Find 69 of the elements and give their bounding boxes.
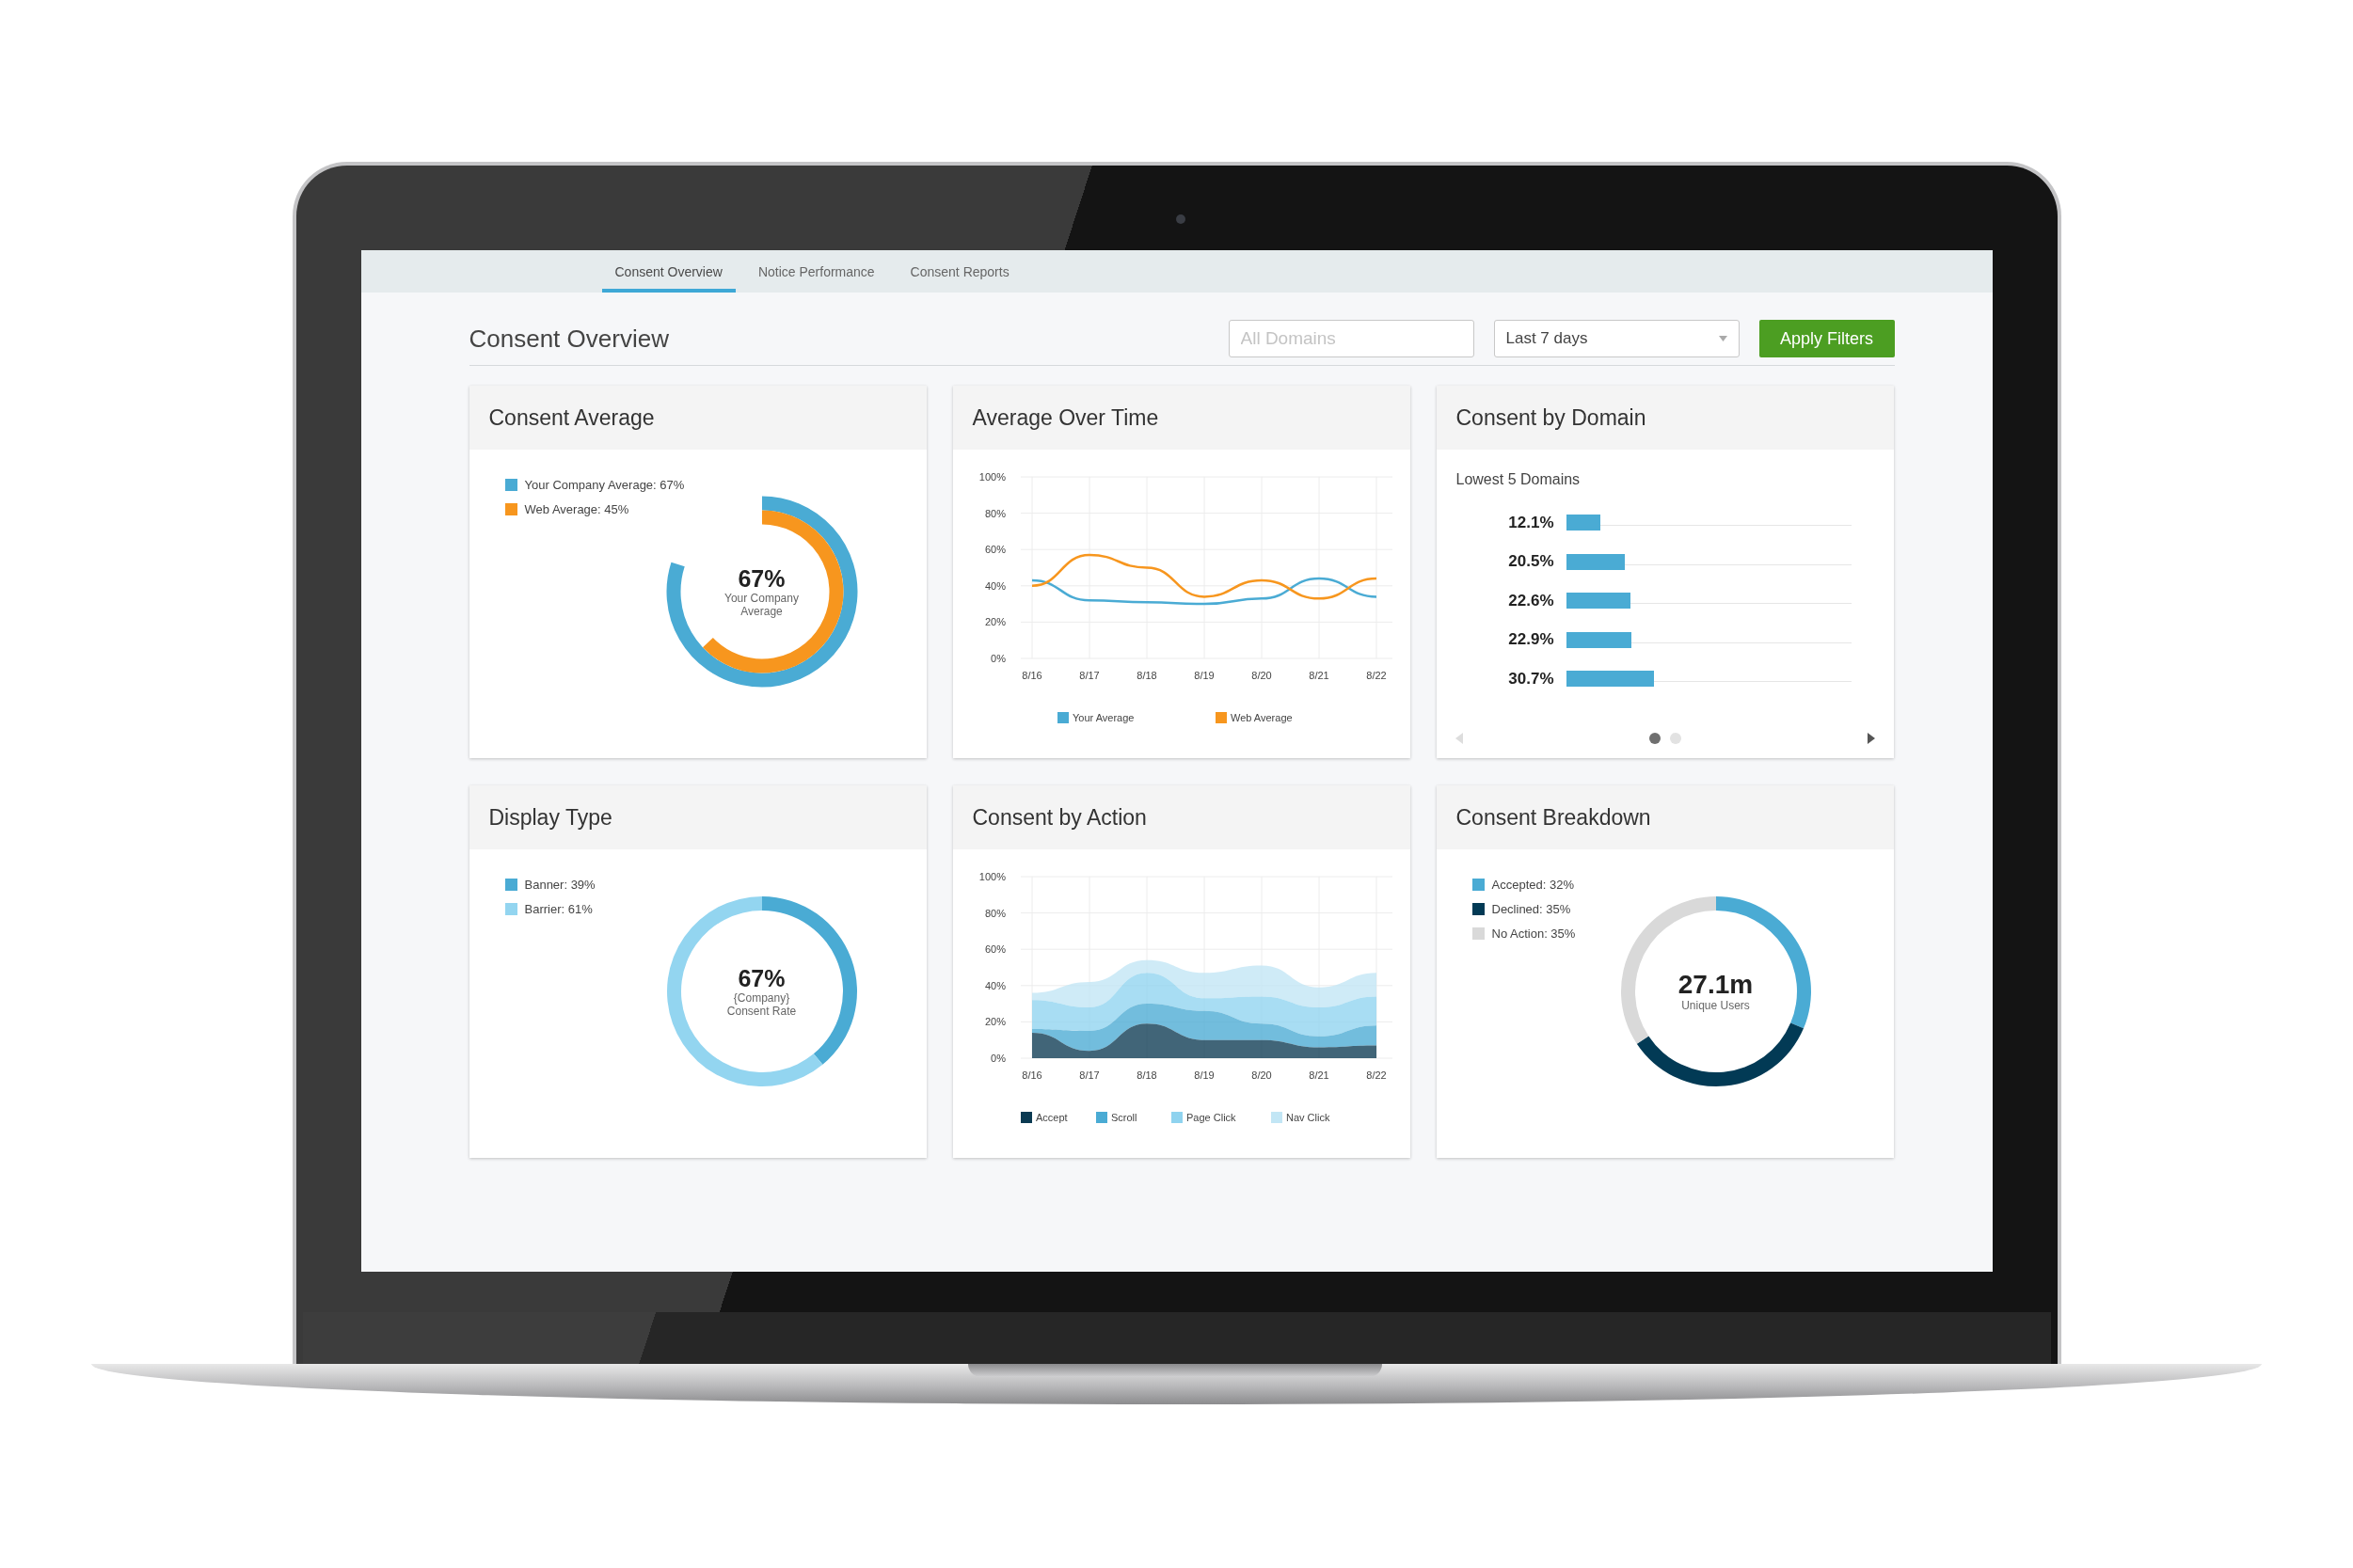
domain-reading: 20.5% bbox=[1507, 552, 1554, 571]
axis-label: 8/21 bbox=[1308, 1069, 1329, 1081]
center-value: 27.1m bbox=[1677, 970, 1754, 1001]
card-title: Display Type bbox=[488, 804, 612, 831]
card-title: Average Over Time bbox=[972, 404, 1159, 431]
axis-label: 8/19 bbox=[1193, 670, 1215, 681]
legend-label: Accepted: 32% bbox=[1491, 877, 1574, 892]
page-dot[interactable] bbox=[1669, 733, 1681, 744]
axis-label: 80% bbox=[984, 507, 1006, 519]
axis-label: 8/22 bbox=[1365, 670, 1387, 681]
legend-label: Web Average bbox=[1230, 712, 1293, 723]
legend-label: Nav Click bbox=[1285, 1112, 1329, 1123]
range-select[interactable]: Last 7 days bbox=[1493, 320, 1740, 357]
axis-label: 20% bbox=[984, 1016, 1006, 1028]
legend-label: Accept bbox=[1035, 1112, 1068, 1123]
caret-icon bbox=[1718, 336, 1727, 341]
center-caption: Your Company Average bbox=[723, 592, 800, 619]
center-value: 67% bbox=[738, 964, 786, 992]
axis-label: 60% bbox=[984, 943, 1006, 956]
axis-label: 60% bbox=[984, 544, 1006, 556]
legend-label: Banner: 39% bbox=[524, 877, 596, 892]
apply-filters-button[interactable]: Apply Filters bbox=[1758, 320, 1895, 357]
legend-label: Scroll bbox=[1110, 1112, 1137, 1123]
legend-label: Your Company Average: 67% bbox=[524, 477, 685, 492]
legend-label: Your Average bbox=[1072, 712, 1134, 723]
axis-label: 0% bbox=[990, 1053, 1006, 1064]
domain-reading: 12.1% bbox=[1507, 513, 1554, 532]
axis-label: 8/17 bbox=[1078, 670, 1100, 681]
nav-tab[interactable]: Consent Overview bbox=[601, 250, 736, 293]
page-title: Consent Overview bbox=[469, 324, 670, 354]
axis-label: 8/22 bbox=[1365, 1069, 1387, 1081]
axis-label: 0% bbox=[990, 653, 1006, 664]
legend-label: Page Click bbox=[1185, 1112, 1236, 1123]
axis-label: 100% bbox=[978, 471, 1006, 483]
page-dot[interactable] bbox=[1648, 733, 1661, 744]
card-title: Consent Average bbox=[488, 404, 655, 431]
center-caption: Unique Users bbox=[1681, 1000, 1750, 1013]
axis-label: 8/20 bbox=[1250, 1069, 1272, 1081]
center-value: 67% bbox=[738, 564, 786, 593]
center-caption: {Company} Consent Rate bbox=[725, 991, 798, 1019]
nav-tab[interactable]: Consent Reports bbox=[897, 250, 1023, 293]
axis-label: 8/16 bbox=[1021, 670, 1042, 681]
axis-label: 8/18 bbox=[1136, 1069, 1157, 1081]
domain-field[interactable]: All Domains bbox=[1228, 320, 1474, 357]
axis-label: 80% bbox=[984, 907, 1006, 919]
axis-label: 8/20 bbox=[1250, 670, 1272, 681]
card-title: Consent Breakdown bbox=[1455, 804, 1651, 831]
axis-label: 40% bbox=[984, 979, 1006, 991]
domain-reading: 22.9% bbox=[1507, 630, 1554, 649]
legend-label: No Action: 35% bbox=[1491, 926, 1576, 941]
axis-label: 20% bbox=[984, 616, 1006, 628]
axis-label: 8/18 bbox=[1136, 670, 1157, 681]
legend-label: Barrier: 61% bbox=[524, 901, 593, 916]
domain-reading: 30.7% bbox=[1507, 669, 1554, 689]
axis-label: 40% bbox=[984, 579, 1006, 592]
chevron-right-icon[interactable] bbox=[1867, 733, 1875, 744]
nav-tab[interactable]: Notice Performance bbox=[744, 250, 888, 293]
card-title: Consent by Domain bbox=[1455, 404, 1646, 431]
chart-subtitle: Lowest 5 Domains bbox=[1455, 470, 1582, 489]
axis-label: 8/19 bbox=[1193, 1069, 1215, 1081]
axis-label: 100% bbox=[978, 871, 1006, 882]
card-title: Consent by Action bbox=[972, 804, 1147, 831]
domain-reading: 22.6% bbox=[1507, 591, 1554, 610]
axis-label: 8/16 bbox=[1021, 1069, 1042, 1081]
axis-label: 8/17 bbox=[1078, 1069, 1100, 1081]
camera-icon bbox=[1175, 214, 1185, 224]
axis-label: 8/21 bbox=[1308, 670, 1329, 681]
legend-label: Declined: 35% bbox=[1491, 901, 1571, 916]
legend-label: Web Average: 45% bbox=[524, 501, 629, 516]
